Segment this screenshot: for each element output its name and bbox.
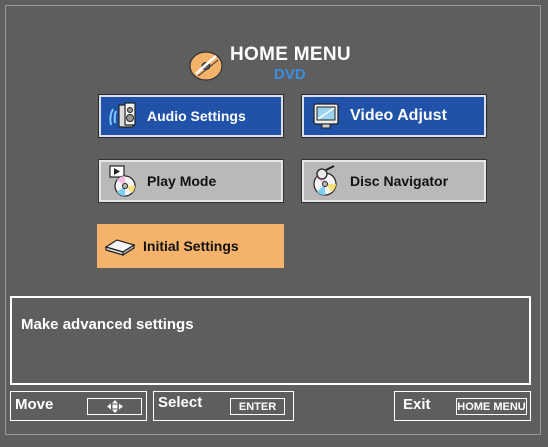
- audio-settings-button[interactable]: Audio Settings: [98, 94, 284, 138]
- home-menu-key[interactable]: HOME MENU: [456, 398, 527, 415]
- disc-navigator-button[interactable]: Disc Navigator: [301, 159, 487, 203]
- disc-magnifier-icon: [313, 165, 337, 196]
- description-panel: Make advanced settings: [10, 296, 531, 385]
- select-hint: Select ENTER: [153, 391, 294, 421]
- enter-key[interactable]: ENTER: [230, 398, 285, 415]
- play-disc-icon: [109, 165, 136, 197]
- play-mode-label: Play Mode: [147, 173, 217, 189]
- description-text: Make advanced settings: [21, 316, 194, 333]
- dvd-disc-logo-icon: [189, 51, 223, 81]
- speaker-icon: [109, 102, 136, 128]
- initial-settings-label: Initial Settings: [143, 238, 239, 254]
- video-adjust-label: Video Adjust: [350, 107, 447, 124]
- select-label: Select: [158, 394, 203, 411]
- move-hint: Move: [10, 391, 147, 421]
- home-menu-screen: HOME MENU DVD Audio Settings Video Adjus…: [0, 0, 548, 447]
- audio-settings-label: Audio Settings: [147, 108, 246, 124]
- title-area: HOME MENU DVD: [188, 40, 368, 90]
- monitor-icon: [313, 103, 339, 129]
- video-adjust-button[interactable]: Video Adjust: [301, 94, 487, 138]
- page-title: HOME MENU: [230, 44, 351, 65]
- player-device-icon: [104, 239, 136, 257]
- disc-navigator-label: Disc Navigator: [350, 173, 449, 189]
- exit-label: Exit: [403, 396, 431, 413]
- exit-hint: Exit HOME MENU: [394, 391, 531, 421]
- move-key[interactable]: [87, 398, 142, 415]
- initial-settings-button[interactable]: Initial Settings: [97, 224, 284, 268]
- move-label: Move: [15, 396, 54, 413]
- play-mode-button[interactable]: Play Mode: [98, 159, 284, 203]
- four-way-arrow-icon: [106, 400, 123, 413]
- page-subtitle: DVD: [274, 66, 306, 83]
